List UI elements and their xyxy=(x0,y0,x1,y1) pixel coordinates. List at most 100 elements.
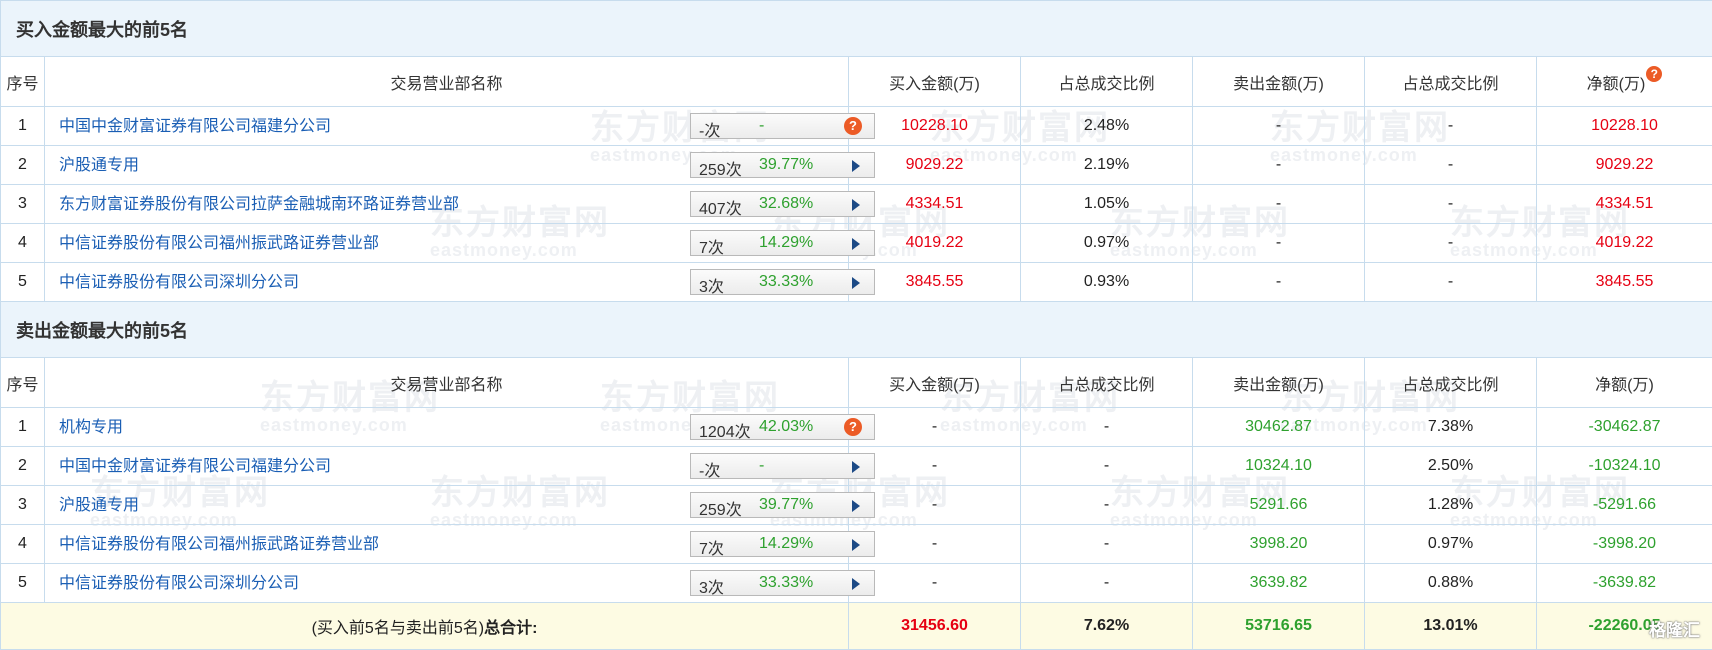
appearance-count: 259次 xyxy=(699,496,742,520)
net-amount: -30462.87 xyxy=(1537,408,1712,447)
net-amount: 4019.22 xyxy=(1537,224,1712,263)
col-header-branch: 交易营业部名称 xyxy=(45,57,849,107)
branch-cell: 东方财富证券股份有限公司拉萨金融城南环路证券营业部407次32.68% xyxy=(45,185,849,224)
col-header-net: 净额(万)? xyxy=(1537,57,1712,107)
play-arrow-icon[interactable] xyxy=(852,199,860,211)
sell-amount: - xyxy=(1193,224,1365,263)
success-rate: 14.29% xyxy=(759,535,813,553)
sell-amount: 5291.66 xyxy=(1193,486,1365,525)
brand-logo: 格隆汇 xyxy=(1649,616,1700,641)
success-rate: 39.77% xyxy=(759,496,813,514)
success-rate: 39.77% xyxy=(759,156,813,174)
col-header-buy: 买入金额(万) xyxy=(849,358,1021,408)
play-arrow-icon[interactable] xyxy=(852,461,860,473)
total-sell-pct: 13.01% xyxy=(1365,603,1537,650)
col-header-sell-pct: 占总成交比例 xyxy=(1365,57,1537,107)
sell-ratio: - xyxy=(1365,107,1537,146)
col-header-buy-pct: 占总成交比例 xyxy=(1021,358,1193,408)
question-badge-icon[interactable]: ? xyxy=(844,117,862,135)
sell-ratio: 7.38% xyxy=(1365,408,1537,447)
sell-ratio: - xyxy=(1365,146,1537,185)
question-badge-icon[interactable]: ? xyxy=(844,418,862,436)
buy-ratio: 0.97% xyxy=(1021,224,1193,263)
appearance-count: 3次 xyxy=(699,273,724,297)
branch-cell: 中信证券股份有限公司福州振武路证券营业部7次14.29% xyxy=(45,224,849,263)
row-index: 3 xyxy=(1,486,45,525)
buy-row: 3东方财富证券股份有限公司拉萨金融城南环路证券营业部407次32.68%4334… xyxy=(1,185,1712,224)
branch-stats-button[interactable]: 3次 33.33% xyxy=(690,269,875,295)
sell-ratio: 1.28% xyxy=(1365,486,1537,525)
branch-cell: 沪股通专用 259次 39.77% xyxy=(45,486,849,525)
question-badge-icon[interactable]: ? xyxy=(1646,66,1662,82)
sell-amount: 3639.82 xyxy=(1193,564,1365,603)
total-sell: 53716.65 xyxy=(1193,603,1365,650)
branch-stats-button[interactable]: 259次39.77% xyxy=(690,152,875,178)
sell-amount: - xyxy=(1193,263,1365,302)
branch-name-link[interactable]: 中信证券股份有限公司深圳分公司 xyxy=(59,268,299,292)
net-amount: -3998.20 xyxy=(1537,525,1712,564)
branch-name-link[interactable]: 中信证券股份有限公司深圳分公司 xyxy=(59,569,299,593)
sell-amount: - xyxy=(1193,146,1365,185)
branch-stats-button[interactable]: -次- xyxy=(690,453,875,479)
buy-ratio: - xyxy=(1021,525,1193,564)
branch-name-link[interactable]: 沪股通专用 xyxy=(59,491,139,515)
branch-stats-button[interactable]: -次-? xyxy=(690,113,875,139)
branch-stats-button[interactable]: 3次33.33% xyxy=(690,570,875,596)
branch-stats-button[interactable]: 407次32.68% xyxy=(690,191,875,217)
sell-section-title-row: 卖出金额最大的前5名 xyxy=(1,302,1712,358)
appearance-count: 1204次 xyxy=(699,418,751,442)
sell-amount: 30462.87 xyxy=(1193,408,1365,447)
branch-name-link[interactable]: 沪股通专用 xyxy=(59,151,139,175)
net-amount: 4334.51 xyxy=(1537,185,1712,224)
branch-name-link[interactable]: 机构专用 xyxy=(59,413,123,437)
row-index: 2 xyxy=(1,447,45,486)
branch-stats-button[interactable]: 7次14.29% xyxy=(690,230,875,256)
sell-row: 5中信证券股份有限公司深圳分公司3次33.33%--3639.820.88%-3… xyxy=(1,564,1712,603)
play-arrow-icon[interactable] xyxy=(852,500,860,512)
appearance-count: -次 xyxy=(699,117,720,141)
branch-name-link[interactable]: 中国中金财富证券有限公司福建分公司 xyxy=(59,112,331,136)
sell-ratio: - xyxy=(1365,185,1537,224)
buy-ratio: - xyxy=(1021,564,1193,603)
sell-amount: 10324.10 xyxy=(1193,447,1365,486)
net-amount: 10228.10 xyxy=(1537,107,1712,146)
buy-ratio: - xyxy=(1021,486,1193,525)
branch-name-link[interactable]: 东方财富证券股份有限公司拉萨金融城南环路证券营业部 xyxy=(59,190,459,214)
branch-cell: 中国中金财富证券有限公司福建分公司-次-? xyxy=(45,107,849,146)
col-header-sell: 卖出金额(万) xyxy=(1193,358,1365,408)
total-buy-pct: 7.62% xyxy=(1021,603,1193,650)
play-arrow-icon[interactable] xyxy=(852,277,860,289)
play-arrow-icon[interactable] xyxy=(852,238,860,250)
appearance-count: 7次 xyxy=(699,535,724,559)
success-rate: 33.33% xyxy=(759,273,813,291)
success-rate: 32.68% xyxy=(759,195,813,213)
net-amount: -3639.82 xyxy=(1537,564,1712,603)
branch-stats-button[interactable]: 1204次42.03%? xyxy=(690,414,875,440)
success-rate: 33.33% xyxy=(759,574,813,592)
sell-row: 3沪股通专用259次39.77%--5291.661.28%-5291.66 xyxy=(1,486,1712,525)
buy-row: 5中信证券股份有限公司深圳分公司3次33.33%3845.550.93%--38… xyxy=(1,263,1712,302)
sell-ratio: 0.88% xyxy=(1365,564,1537,603)
buy-row: 2沪股通专用259次39.77%9029.222.19%--9029.22 xyxy=(1,146,1712,185)
total-row: (买入前5名与卖出前5名)总合计: 31456.60 7.62% 53716.6… xyxy=(1,603,1712,650)
buy-ratio: 0.93% xyxy=(1021,263,1193,302)
col-header-sell-pct: 占总成交比例 xyxy=(1365,358,1537,408)
branch-name-link[interactable]: 中国中金财富证券有限公司福建分公司 xyxy=(59,452,331,476)
branch-stats-button[interactable]: 259次 39.77% xyxy=(690,492,875,518)
play-arrow-icon[interactable] xyxy=(852,539,860,551)
sell-ratio: 0.97% xyxy=(1365,525,1537,564)
branch-stats-button[interactable]: 7次 14.29% xyxy=(690,531,875,557)
branch-name-link[interactable]: 中信证券股份有限公司福州振武路证券营业部 xyxy=(59,229,379,253)
branch-cell: 中信证券股份有限公司福州振武路证券营业部 7次 14.29% xyxy=(45,525,849,564)
branch-cell: 机构专用1204次42.03%? xyxy=(45,408,849,447)
sell-ratio: 2.50% xyxy=(1365,447,1537,486)
total-label-text: 总合计: xyxy=(484,620,537,637)
branch-name-link[interactable]: 中信证券股份有限公司福州振武路证券营业部 xyxy=(59,530,379,554)
play-arrow-icon[interactable] xyxy=(852,160,860,172)
play-arrow-icon[interactable] xyxy=(852,578,860,590)
net-amount: -5291.66 xyxy=(1537,486,1712,525)
success-rate: 14.29% xyxy=(759,234,813,252)
col-header-net-label: 净额(万) xyxy=(1587,76,1646,93)
row-index: 5 xyxy=(1,564,45,603)
branch-cell: 中信证券股份有限公司深圳分公司 3次 33.33% xyxy=(45,263,849,302)
